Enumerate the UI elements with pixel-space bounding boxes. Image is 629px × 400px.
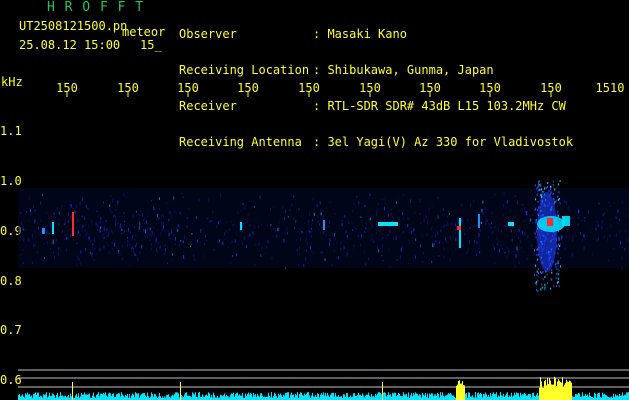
spectrogram-canvas bbox=[18, 92, 629, 400]
signal-trace bbox=[72, 212, 74, 236]
meteor-echo bbox=[537, 192, 557, 272]
signal-trace bbox=[323, 220, 325, 230]
signal-trace bbox=[52, 222, 54, 234]
signal-trace bbox=[42, 228, 45, 234]
signal-trace bbox=[562, 216, 570, 226]
meteor-echo-peak bbox=[547, 218, 553, 226]
signal-trace bbox=[240, 222, 242, 230]
signal-trace bbox=[378, 222, 398, 226]
signal-trace bbox=[459, 218, 461, 248]
signal-trace bbox=[508, 222, 514, 226]
x-tick-marks bbox=[66, 92, 552, 97]
signal-trace bbox=[457, 226, 461, 230]
signal-trace bbox=[478, 214, 480, 228]
level-bars bbox=[18, 376, 629, 400]
